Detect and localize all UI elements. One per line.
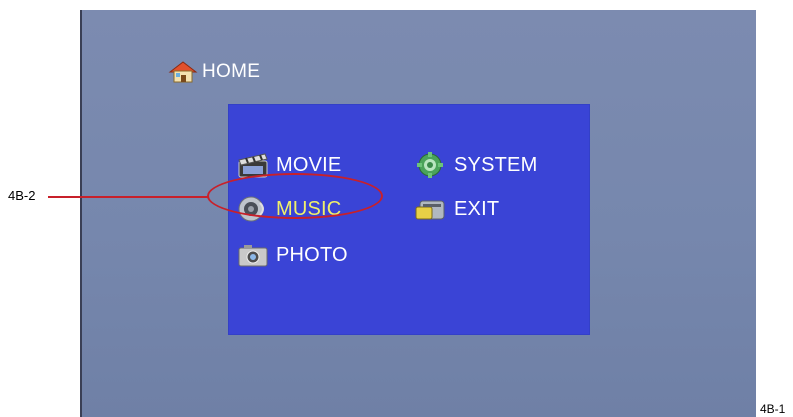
main-menu-panel: MOVIE MUSIC PHOTO SYSTEM EXIT — [228, 104, 590, 335]
exit-drive-icon — [415, 200, 445, 220]
gear-icon — [417, 152, 443, 178]
figure-id-label: 4B-1 — [760, 402, 786, 416]
menu-item-system[interactable]: SYSTEM — [414, 151, 537, 179]
callout-label: 4B-2 — [8, 188, 36, 203]
menu-item-label: SYSTEM — [454, 153, 538, 176]
callout-leader-line — [48, 196, 208, 198]
house-icon — [168, 61, 198, 83]
page-title: HOME — [202, 61, 261, 82]
menu-item-photo[interactable]: PHOTO — [236, 241, 348, 269]
callout-highlight-ellipse — [207, 173, 383, 219]
camera-icon — [238, 245, 268, 267]
menu-item-label: PHOTO — [276, 243, 348, 266]
menu-item-label: EXIT — [454, 197, 500, 220]
tv-screen: HOME MOVIE MUSIC PHOTO SYSTEM EXIT — [80, 10, 756, 417]
home-header: HOME — [168, 60, 260, 84]
menu-item-exit[interactable]: EXIT — [414, 195, 499, 223]
